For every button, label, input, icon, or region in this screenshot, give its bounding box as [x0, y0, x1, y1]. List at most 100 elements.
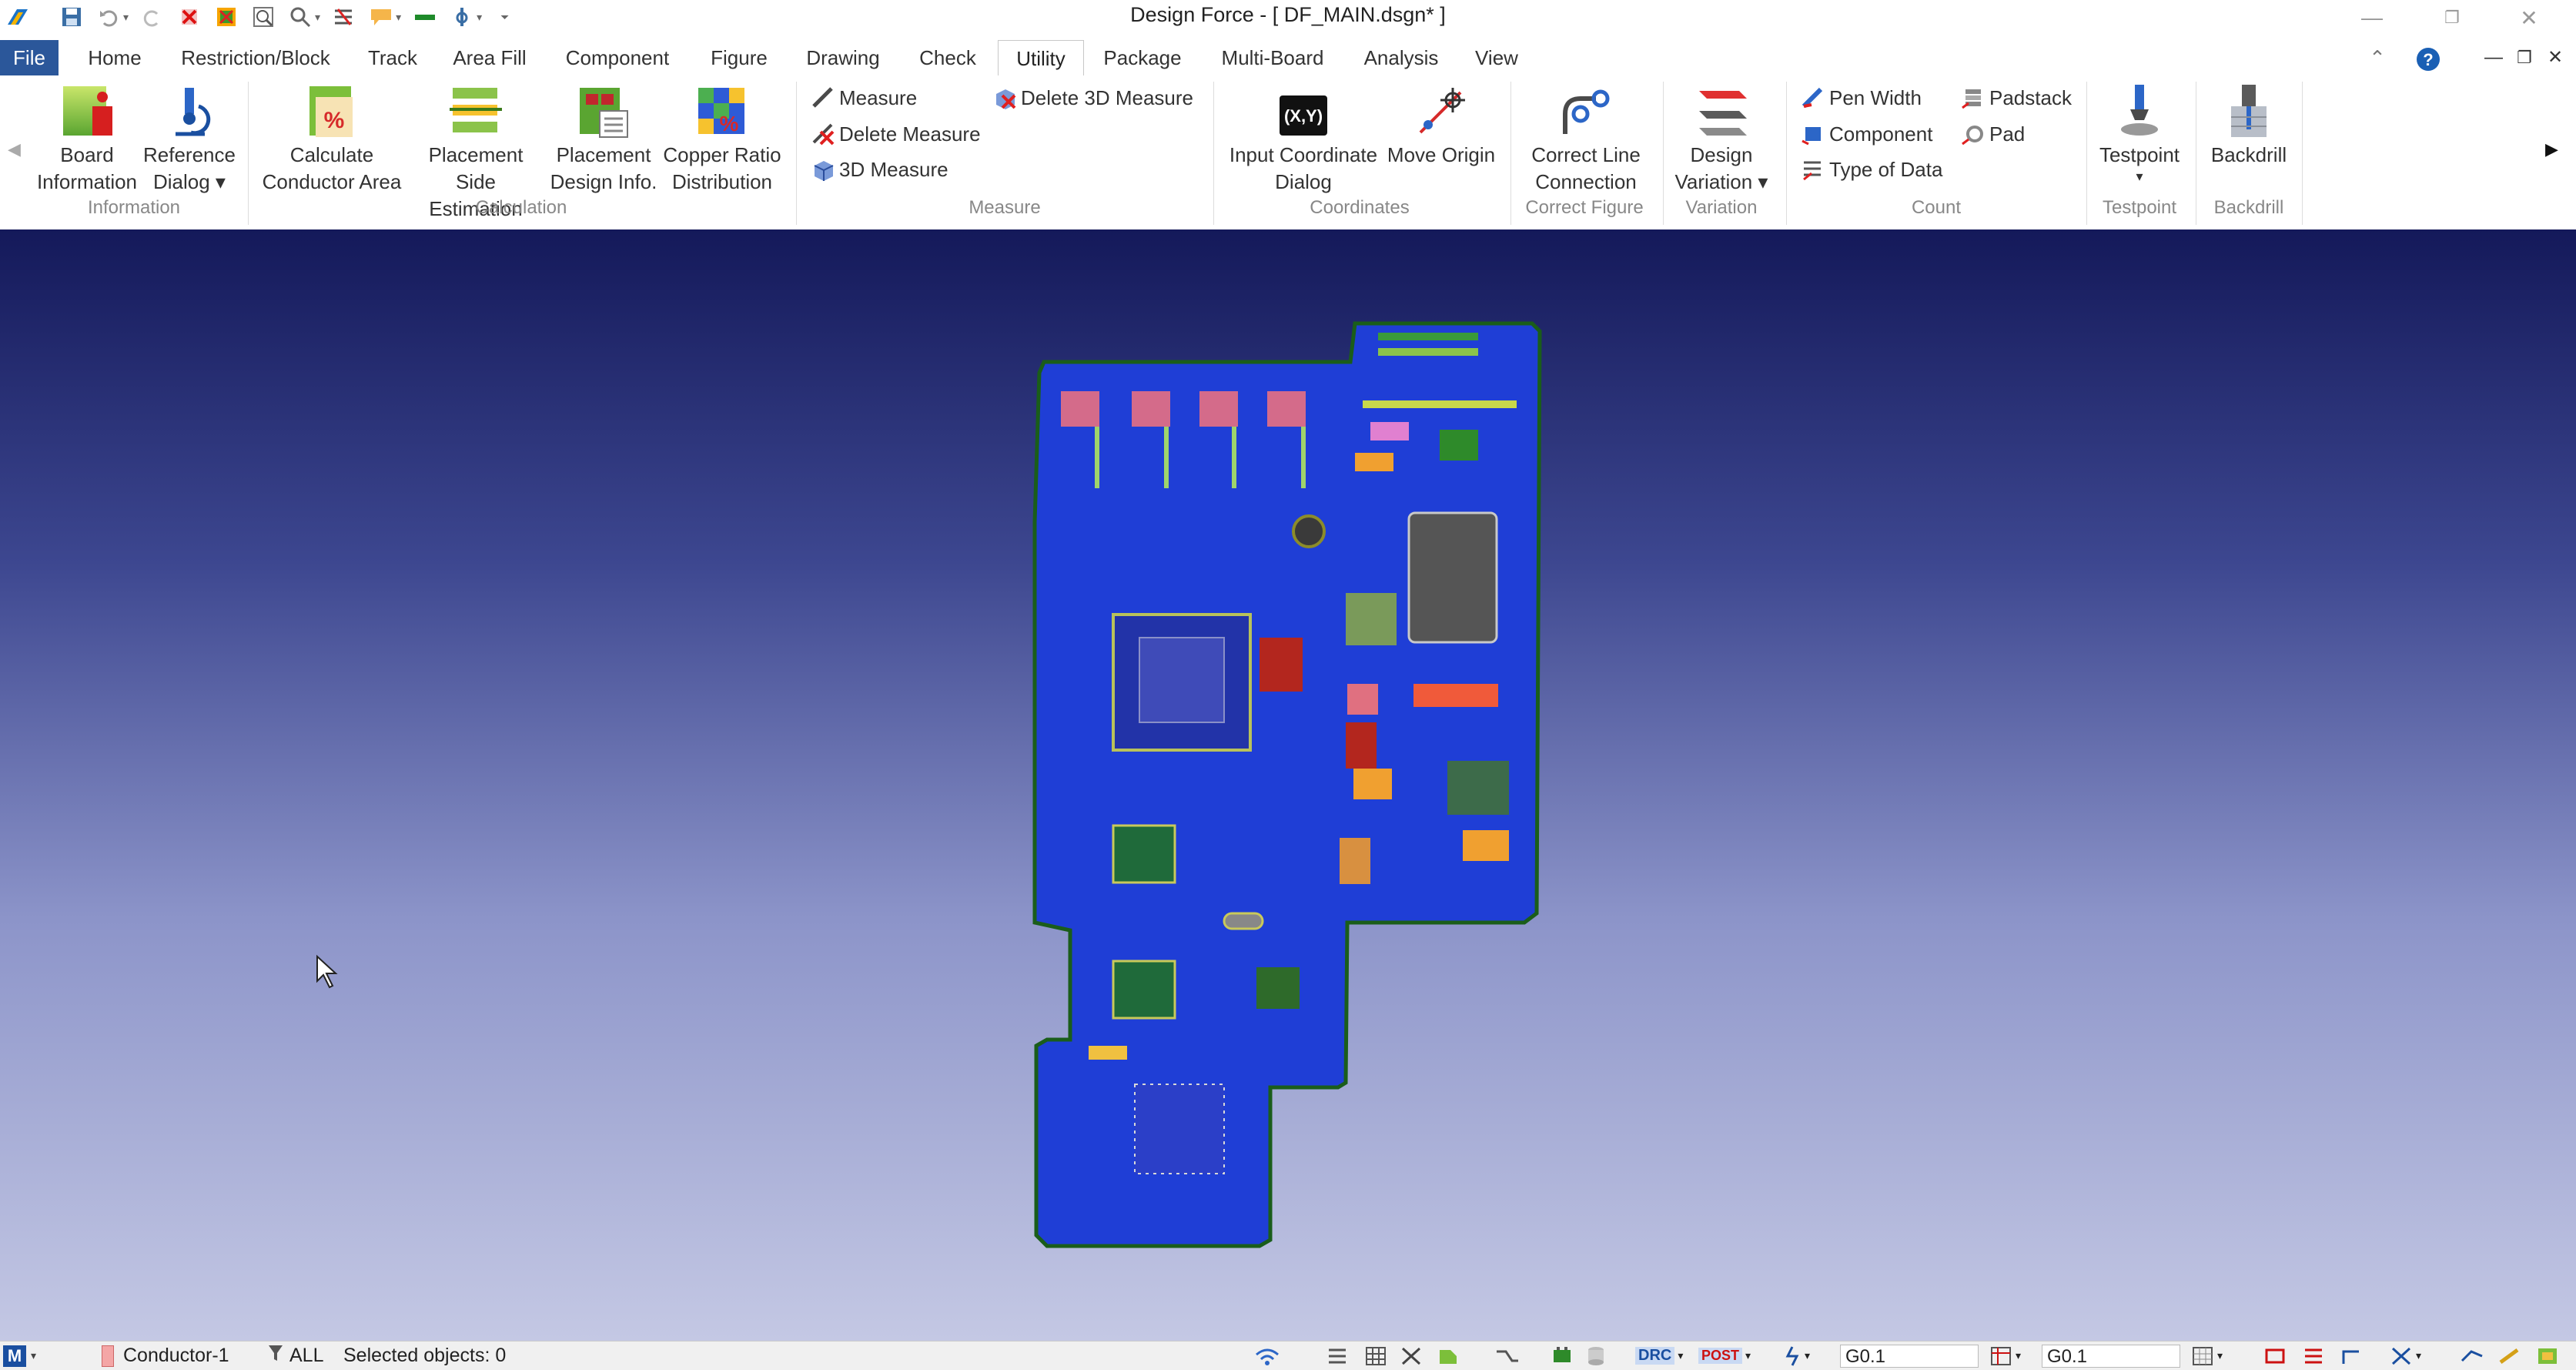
pcb-board-view[interactable]: [0, 229, 2576, 1341]
group-label-calculation: Calculation: [475, 197, 567, 218]
placement-design-info-button[interactable]: Placement Design Info.: [550, 80, 657, 196]
tab-restriction-block[interactable]: Restriction/Block: [171, 40, 340, 75]
grid-table-icon[interactable]: ▾: [1989, 1342, 2021, 1370]
grid-input-1[interactable]: G0.1: [1840, 1345, 1979, 1368]
wiring-icon[interactable]: [1495, 1342, 1518, 1370]
tab-component[interactable]: Component: [553, 40, 682, 75]
ribbon-scroll-left-icon[interactable]: ◀: [8, 134, 21, 165]
component-count-icon: [1800, 121, 1826, 147]
padstack-button[interactable]: Padstack: [1960, 82, 2072, 113]
move-origin-button[interactable]: Move Origin: [1383, 80, 1500, 169]
count-component-button[interactable]: Component: [1800, 119, 1932, 149]
status-bar: M ▾ Conductor-1 ALL Selected objects: 0 …: [0, 1341, 2576, 1370]
testpoint-dropdown-icon[interactable]: ▾: [2088, 169, 2191, 184]
pen-width-button[interactable]: Pen Width: [1800, 82, 1922, 113]
title-bar: ▾ ▾ ▾ ▾ ⏷ Design Force - [DF_MAIN.dsgn*…: [0, 0, 2576, 35]
route-status-icon[interactable]: [1400, 1342, 1423, 1370]
group-separator: [796, 82, 797, 225]
selected-objects-count: Selected objects: 0: [343, 1345, 507, 1366]
filter-selector[interactable]: ALL: [268, 1342, 323, 1370]
cross-select-dropdown-icon[interactable]: ▾: [2416, 1349, 2421, 1362]
doc-restore-icon[interactable]: ❐: [2511, 40, 2538, 75]
drc-dropdown-icon[interactable]: ▾: [1678, 1349, 1683, 1362]
restore-window-icon[interactable]: ❐: [2417, 0, 2487, 35]
tab-file[interactable]: File: [0, 40, 59, 75]
group-label-correct-figure: Correct Figure: [1525, 197, 1644, 218]
cross-select-icon[interactable]: ▾: [2390, 1342, 2421, 1370]
input-coordinate-dialog-button[interactable]: (X,Y) Input Coordinate Dialog: [1224, 80, 1383, 196]
layer-view-icon[interactable]: [2263, 1342, 2287, 1370]
snap-dropdown-icon[interactable]: ▾: [1805, 1349, 1810, 1362]
tab-area-fill[interactable]: Area Fill: [445, 40, 534, 75]
snap-icon[interactable]: ▾: [1783, 1342, 1810, 1370]
database-icon[interactable]: [1586, 1342, 1606, 1370]
testpoint-icon: [2088, 80, 2191, 139]
minimize-window-icon[interactable]: —: [2337, 0, 2407, 35]
bottom-connector: [1089, 1046, 1127, 1060]
highlight-icon[interactable]: [2497, 1342, 2521, 1370]
doc-close-icon[interactable]: ✕: [2542, 40, 2568, 75]
oval-pad: [1223, 912, 1264, 930]
board-information-button[interactable]: Board Information: [29, 80, 145, 196]
active-layer[interactable]: Conductor-1: [102, 1342, 229, 1370]
copper-ratio-distribution-button[interactable]: % Copper Ratio Distribution: [659, 80, 785, 196]
reference-dialog-button[interactable]: Reference Dialog ▾: [139, 80, 240, 196]
measure-button[interactable]: Measure: [810, 82, 917, 113]
wireless-icon[interactable]: [1253, 1342, 1281, 1370]
grid-table-dropdown-icon[interactable]: ▾: [2016, 1349, 2021, 1362]
tab-analysis[interactable]: Analysis: [1357, 40, 1446, 75]
microscope-icon: [139, 80, 240, 139]
display-grid-icon[interactable]: ▾: [2191, 1342, 2223, 1370]
view-3d-icon[interactable]: [2461, 1342, 2484, 1370]
type-of-data-icon: [1800, 156, 1826, 183]
tab-figure[interactable]: Figure: [698, 40, 781, 75]
drc-toggle[interactable]: DRC ▾: [1635, 1342, 1683, 1370]
calculate-conductor-area-button[interactable]: % Calculate Conductor Area: [259, 80, 405, 196]
post-toggle[interactable]: POST ▾: [1698, 1342, 1751, 1370]
layer-list-icon[interactable]: [1326, 1342, 1349, 1370]
grid-input-2[interactable]: G0.1: [2042, 1345, 2180, 1368]
copper-ratio-distribution-icon: %: [659, 80, 785, 139]
3d-measure-icon: [810, 156, 836, 183]
mode-dropdown-icon[interactable]: ▾: [31, 1349, 36, 1362]
ribbon-scroll-right-icon[interactable]: ▶: [2545, 134, 2558, 165]
tab-track[interactable]: Track: [356, 40, 430, 75]
group-label-measure: Measure: [969, 197, 1041, 218]
backdrill-button[interactable]: Backdrill: [2199, 80, 2299, 169]
placement-side-estimation-icon: [406, 80, 545, 139]
tab-multi-board[interactable]: Multi-Board: [1209, 40, 1337, 75]
tab-drawing[interactable]: Drawing: [798, 40, 888, 75]
close-window-icon[interactable]: ✕: [2494, 0, 2564, 35]
stack-view-icon[interactable]: [2302, 1342, 2325, 1370]
display-grid-dropdown-icon[interactable]: ▾: [2217, 1349, 2223, 1362]
tab-view[interactable]: View: [1466, 40, 1527, 75]
trace-view-icon[interactable]: [2340, 1342, 2364, 1370]
correct-line-connection-button[interactable]: Correct Line Connection: [1520, 80, 1652, 196]
bottom-bga: [1134, 1084, 1225, 1174]
doc-minimize-icon[interactable]: —: [2481, 40, 2507, 75]
tab-home[interactable]: Home: [71, 40, 159, 75]
type-of-data-button[interactable]: Type of Data: [1800, 154, 1942, 185]
calculate-conductor-area-icon: %: [259, 80, 405, 139]
area-fill-status-icon[interactable]: [1437, 1342, 1460, 1370]
delete-3d-measure-button[interactable]: Delete 3D Measure: [992, 82, 1193, 113]
tab-check[interactable]: Check: [905, 40, 990, 75]
pad-button[interactable]: Pad: [1960, 119, 2025, 149]
lower-component: [1256, 967, 1300, 1009]
grid-settings-icon[interactable]: [1364, 1342, 1387, 1370]
group-separator: [1510, 82, 1511, 225]
design-variation-button[interactable]: Design Variation ▾: [1666, 80, 1777, 196]
3d-measure-button[interactable]: 3D Measure: [810, 154, 948, 185]
group-separator: [1663, 82, 1664, 225]
collapse-ribbon-icon[interactable]: ⌃: [2362, 40, 2393, 75]
mode-selector[interactable]: M ▾: [3, 1342, 36, 1370]
help-icon[interactable]: ?: [2405, 40, 2451, 75]
design-canvas[interactable]: [0, 229, 2576, 1341]
tab-package[interactable]: Package: [1096, 40, 1189, 75]
component-status-icon[interactable]: [1551, 1342, 1574, 1370]
delete-measure-button[interactable]: Delete Measure: [810, 119, 981, 149]
testpoint-button[interactable]: Testpoint ▾: [2088, 80, 2191, 184]
layout-icon[interactable]: [2536, 1342, 2559, 1370]
tab-utility[interactable]: Utility: [998, 40, 1084, 78]
post-dropdown-icon[interactable]: ▾: [1745, 1349, 1751, 1362]
